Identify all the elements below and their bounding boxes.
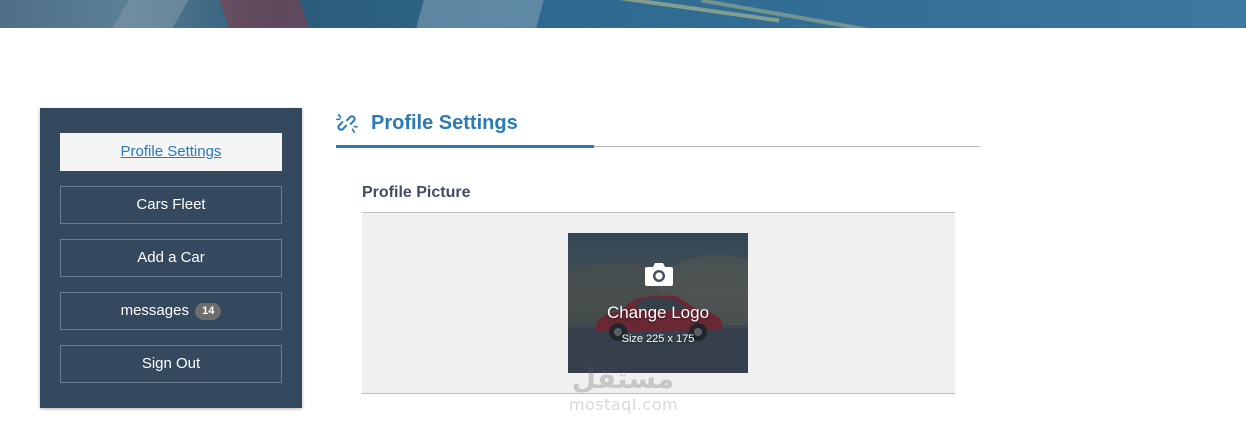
sidebar-item-messages-label: messages bbox=[120, 302, 189, 319]
logo-size-hint: Size 225 x 175 bbox=[621, 333, 695, 345]
sidebar-item-messages[interactable]: messages 14 bbox=[60, 292, 282, 330]
sidebar-item-cars-fleet[interactable]: Cars Fleet bbox=[60, 186, 282, 224]
mostaql-watermark: مستقل mostaql.com bbox=[566, 362, 681, 417]
hero-banner bbox=[0, 0, 1246, 28]
change-logo-button[interactable]: Change Logo Size 225 x 175 bbox=[568, 233, 748, 373]
sidebar-item-add-car[interactable]: Add a Car bbox=[60, 239, 282, 277]
watermark-domain: mostaql.com bbox=[568, 395, 679, 414]
sidebar-item-profile-settings[interactable]: Profile Settings bbox=[60, 133, 282, 171]
change-logo-label: Change Logo bbox=[606, 303, 710, 322]
page-title: Profile Settings bbox=[371, 112, 518, 134]
camera-icon bbox=[645, 263, 673, 286]
unlink-icon bbox=[336, 113, 358, 133]
messages-count-badge: 14 bbox=[195, 303, 222, 320]
sidebar-menu: Profile Settings Cars Fleet Add a Car me… bbox=[40, 108, 302, 408]
watermark-brand: مستقل bbox=[572, 362, 674, 395]
page-header: Profile Settings bbox=[336, 110, 980, 148]
title-underline bbox=[336, 145, 594, 148]
sidebar-item-sign-out[interactable]: Sign Out bbox=[60, 345, 282, 383]
section-title-profile-picture: Profile Picture bbox=[362, 184, 471, 201]
mostaql-logo: مستقل bbox=[572, 362, 674, 395]
